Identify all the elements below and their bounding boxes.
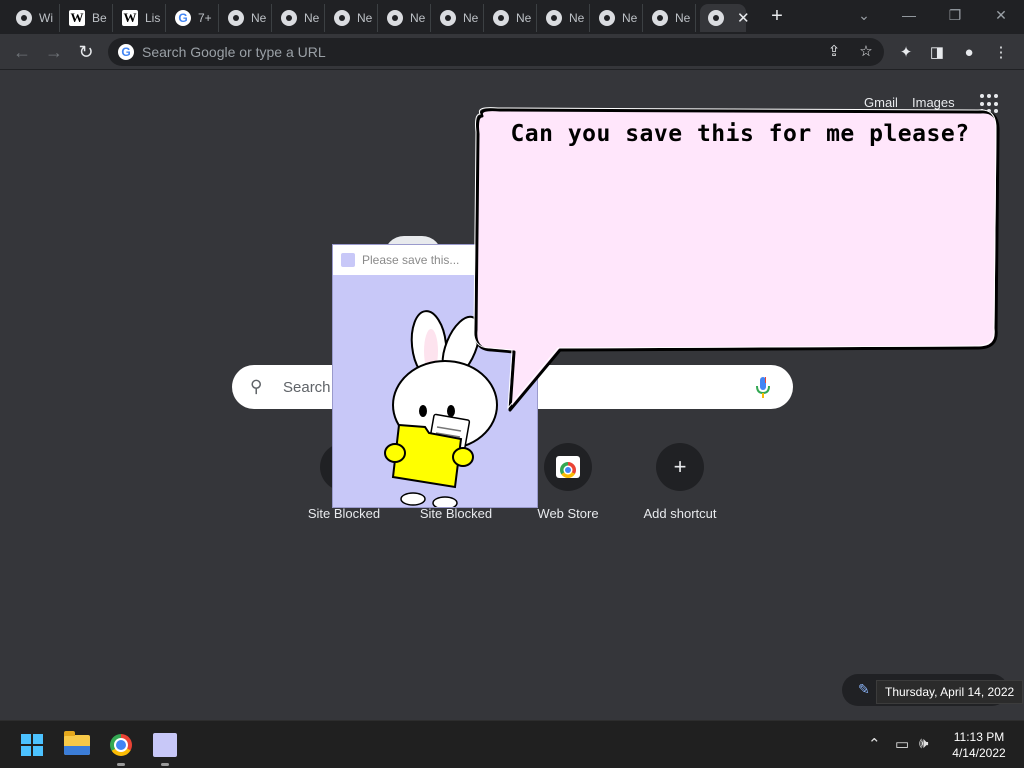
- running-indicator: [161, 763, 169, 766]
- omnibox-placeholder: Search Google or type a URL: [142, 44, 326, 60]
- restore-icon[interactable]: ❐: [941, 6, 969, 26]
- reload-icon[interactable]: ↻: [74, 40, 98, 64]
- tab-label: Ne: [569, 11, 585, 25]
- network-icon[interactable]: ▭: [895, 735, 909, 753]
- chrome-icon: [281, 10, 297, 26]
- tab-label: Wi: [39, 11, 53, 25]
- tab-8[interactable]: Ne: [379, 4, 431, 32]
- pencil-icon: ✎: [858, 681, 870, 697]
- wikipedia-icon: W: [69, 10, 85, 26]
- volume-icon[interactable]: 🕪: [919, 735, 928, 752]
- tab-12[interactable]: Ne: [591, 4, 643, 32]
- clock-time: 11:13 PM: [953, 730, 1005, 744]
- google-icon: G: [175, 10, 191, 26]
- tab-search-icon[interactable]: ⌄: [850, 6, 878, 26]
- bunny-app-icon: [153, 733, 177, 757]
- chrome-icon: [228, 10, 244, 26]
- tab-label: Ne: [675, 11, 691, 25]
- shortcut-label: Add shortcut: [643, 506, 717, 521]
- chrome-icon: [16, 10, 32, 26]
- tab-6[interactable]: Ne: [273, 4, 325, 32]
- chrome-icon: [652, 10, 668, 26]
- ntp-search-placeholder: Search: [283, 379, 331, 396]
- file-explorer-button[interactable]: [61, 729, 93, 761]
- side-panel-icon[interactable]: ◨: [926, 42, 948, 64]
- tab-9[interactable]: Ne: [432, 4, 484, 32]
- tab-label: 7+: [198, 11, 212, 25]
- chrome-icon: [599, 10, 615, 26]
- forward-icon[interactable]: →: [42, 40, 66, 64]
- chrome-icon: [493, 10, 509, 26]
- wikipedia-icon: W: [122, 10, 138, 26]
- tab-strip: Wi W Be W Lis G 7+ Ne Ne Ne Ne Ne Ne Ne Ne …: [0, 0, 1024, 34]
- browser-toolbar: ← → ↻ G Search Google or type a URL ⇪ ☆: [0, 34, 1024, 70]
- windows-logo-icon: [21, 734, 43, 756]
- plus-icon: +: [656, 443, 704, 491]
- tab-3[interactable]: W Lis: [114, 4, 166, 32]
- taskbar-clock[interactable]: 11:13 PM 4/14/2022: [944, 729, 1014, 761]
- chrome-icon: [334, 10, 350, 26]
- speech-bubble-text: Can you save this for me please?: [510, 121, 970, 147]
- chrome-icon: [387, 10, 403, 26]
- chrome-icon: [440, 10, 456, 26]
- windows-taskbar: ⌃ ▭ 🕪 11:13 PM 4/14/2022: [0, 720, 1024, 768]
- tab-11[interactable]: Ne: [538, 4, 590, 32]
- google-icon: G: [118, 44, 134, 60]
- chrome-icon: [708, 10, 724, 26]
- tab-5[interactable]: Ne: [220, 4, 272, 32]
- tab-label: Ne: [622, 11, 638, 25]
- running-indicator: [117, 763, 125, 766]
- web-store-icon: [544, 443, 592, 491]
- bookmark-star-icon[interactable]: ☆: [856, 42, 876, 62]
- tab-active[interactable]: ✕: [700, 4, 750, 32]
- tab-label: Ne: [516, 11, 532, 25]
- minimize-icon[interactable]: —: [895, 6, 923, 26]
- tab-2[interactable]: W Be: [61, 4, 113, 32]
- back-icon[interactable]: ←: [10, 40, 34, 64]
- search-icon: ⚲: [250, 377, 263, 396]
- tab-label: Ne: [304, 11, 320, 25]
- shortcut-add[interactable]: + Add shortcut: [624, 443, 736, 533]
- start-button[interactable]: [16, 729, 48, 761]
- tab-1[interactable]: Wi: [8, 4, 60, 32]
- tab-label: Ne: [410, 11, 426, 25]
- folder-icon: [64, 731, 90, 755]
- speech-bubble: [473, 107, 1000, 412]
- popup-title: Please save this...: [362, 253, 460, 267]
- close-window-icon[interactable]: ✕: [987, 6, 1015, 26]
- tab-label: Ne: [251, 11, 267, 25]
- tab-13[interactable]: Ne: [644, 4, 696, 32]
- new-tab-button[interactable]: +: [766, 6, 788, 28]
- chevron-up-icon[interactable]: ⌃: [868, 735, 881, 753]
- tab-label: Ne: [357, 11, 373, 25]
- tab-label: Ne: [463, 11, 479, 25]
- bunny-app-icon: [341, 253, 355, 267]
- menu-icon[interactable]: ⋮: [990, 42, 1012, 64]
- chrome-icon: [110, 734, 132, 756]
- tab-label: Be: [92, 11, 107, 25]
- close-tab-icon[interactable]: ✕: [737, 9, 750, 27]
- tab-7[interactable]: Ne: [326, 4, 378, 32]
- bunny-app-taskbar-button[interactable]: [149, 729, 181, 766]
- tab-4[interactable]: G 7+: [167, 4, 219, 32]
- chrome-taskbar-button[interactable]: [105, 729, 137, 766]
- clock-date: 4/14/2022: [952, 746, 1006, 760]
- tab-label: Lis: [145, 11, 161, 25]
- tab-10[interactable]: Ne: [485, 4, 537, 32]
- profile-icon[interactable]: ●: [958, 42, 980, 64]
- share-icon[interactable]: ⇪: [824, 42, 844, 62]
- date-tooltip: Thursday, April 14, 2022: [876, 680, 1024, 704]
- extensions-icon[interactable]: ✦: [895, 42, 917, 64]
- chrome-icon: [546, 10, 562, 26]
- omnibox[interactable]: G Search Google or type a URL ⇪ ☆: [108, 38, 884, 66]
